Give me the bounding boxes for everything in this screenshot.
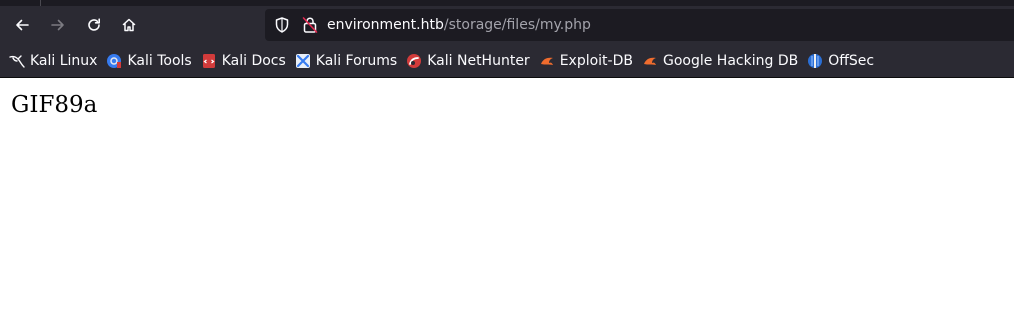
reload-button[interactable] [80, 11, 108, 39]
bookmark-kali-tools[interactable]: Kali Tools [106, 49, 194, 73]
bookmark-label: Exploit-DB [559, 52, 633, 69]
insecure-lock-icon[interactable] [302, 16, 318, 38]
home-icon [122, 18, 136, 32]
offsec-icon [807, 53, 823, 69]
bookmark-exploit-db[interactable]: Exploit-DB [539, 49, 636, 73]
arrow-left-icon [16, 19, 29, 31]
kali-tools-icon [106, 53, 122, 69]
bookmarks-toolbar: Kali Linux Kali Tools Kali Docs Kali For… [0, 44, 1014, 78]
bookmark-label: Kali Linux [30, 52, 98, 69]
page-viewport: GIF89a [0, 78, 1014, 120]
kali-docs-icon [201, 53, 217, 69]
bookmark-label: Kali NetHunter [427, 52, 530, 69]
navigation-toolbar: environment.htb/storage/files/my.php [0, 6, 1014, 44]
bookmark-label: Google Hacking DB [662, 52, 799, 69]
kali-dragon-icon [9, 53, 25, 69]
bookmark-label: OffSec [828, 52, 875, 69]
bookmark-kali-linux[interactable]: Kali Linux [9, 49, 100, 73]
bookmark-offsec[interactable]: OffSec [807, 49, 877, 73]
bookmark-label: Kali Tools [127, 52, 192, 69]
exploit-db-icon [539, 53, 555, 69]
tracking-protection-shield-icon[interactable] [273, 16, 291, 38]
address-bar[interactable]: environment.htb/storage/files/my.php [265, 9, 1014, 41]
url-path: /storage/files/my.php [443, 17, 591, 33]
browser-chrome: environment.htb/storage/files/my.php Kal… [0, 0, 1014, 78]
bookmark-label: Kali Docs [221, 52, 286, 69]
google-hacking-db-icon [642, 53, 658, 69]
bookmark-label: Kali Forums [315, 52, 398, 69]
kali-forums-icon [295, 53, 311, 69]
forward-button[interactable] [44, 11, 72, 39]
reload-icon [88, 18, 100, 31]
bookmark-kali-nethunter[interactable]: Kali NetHunter [406, 49, 532, 73]
url-text[interactable]: environment.htb/storage/files/my.php [327, 16, 591, 34]
bookmark-kali-docs[interactable]: Kali Docs [201, 49, 289, 73]
url-host: environment.htb [327, 17, 444, 33]
back-button[interactable] [8, 11, 36, 39]
bookmark-google-hacking-db[interactable]: Google Hacking DB [642, 49, 801, 73]
bookmark-kali-forums[interactable]: Kali Forums [295, 49, 400, 73]
kali-nethunter-icon [406, 53, 422, 69]
arrow-right-icon [51, 19, 64, 31]
home-button[interactable] [115, 11, 143, 39]
page-body-text: GIF89a [11, 92, 98, 118]
